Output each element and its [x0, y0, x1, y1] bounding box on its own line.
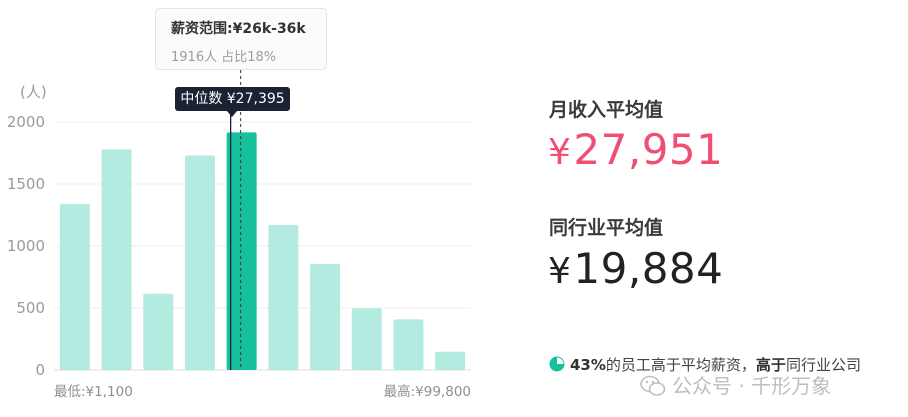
- industry-average-number: 19,884: [573, 244, 724, 293]
- bar-tooltip: 薪资范围:¥26k-36k 1916人 占比18%: [155, 8, 327, 70]
- max-salary-label: 最高:¥99,800: [384, 383, 471, 400]
- y-axis-unit: (人): [20, 83, 47, 101]
- histogram-bar[interactable]: [59, 203, 90, 370]
- median-tag: 中位数 ¥27,395: [175, 87, 290, 117]
- histogram-bar[interactable]: [101, 149, 132, 370]
- currency-symbol: ¥: [548, 251, 572, 292]
- min-salary-label: 最低:¥1,100: [54, 384, 133, 400]
- pie-chart-icon: [549, 356, 565, 372]
- watermark-text: 公众号 · 千形万象: [672, 374, 832, 398]
- y-tick-label: 2000: [7, 113, 45, 131]
- y-tick-label: 0: [35, 361, 45, 379]
- histogram-bar[interactable]: [268, 224, 299, 370]
- tooltip-subtitle: 1916人 占比18%: [171, 50, 277, 65]
- industry-average-value: ¥19,884: [548, 245, 723, 296]
- monthly-average-value: ¥27,951: [548, 126, 723, 177]
- watermark: 公众号 · 千形万象: [640, 370, 831, 399]
- histogram-bar[interactable]: [143, 293, 174, 370]
- histogram-bar[interactable]: [435, 351, 466, 370]
- wechat-icon: [640, 375, 666, 396]
- histogram-bar[interactable]: [351, 308, 382, 370]
- currency-symbol: ¥: [548, 132, 572, 173]
- monthly-average-number: 27,951: [573, 125, 724, 174]
- percent-value: 43%: [570, 356, 606, 374]
- histogram-bar[interactable]: [393, 319, 424, 370]
- y-tick-label: 1500: [7, 175, 45, 193]
- histogram-bar[interactable]: [310, 263, 341, 370]
- monthly-average-label: 月收入平均值: [549, 99, 664, 121]
- y-tick-label: 500: [16, 299, 45, 317]
- y-tick-label: 1000: [7, 237, 45, 255]
- industry-average-label: 同行业平均值: [549, 217, 664, 239]
- tooltip-title: 薪资范围:¥26k-36k: [171, 21, 306, 37]
- histogram-bar[interactable]: [184, 155, 215, 370]
